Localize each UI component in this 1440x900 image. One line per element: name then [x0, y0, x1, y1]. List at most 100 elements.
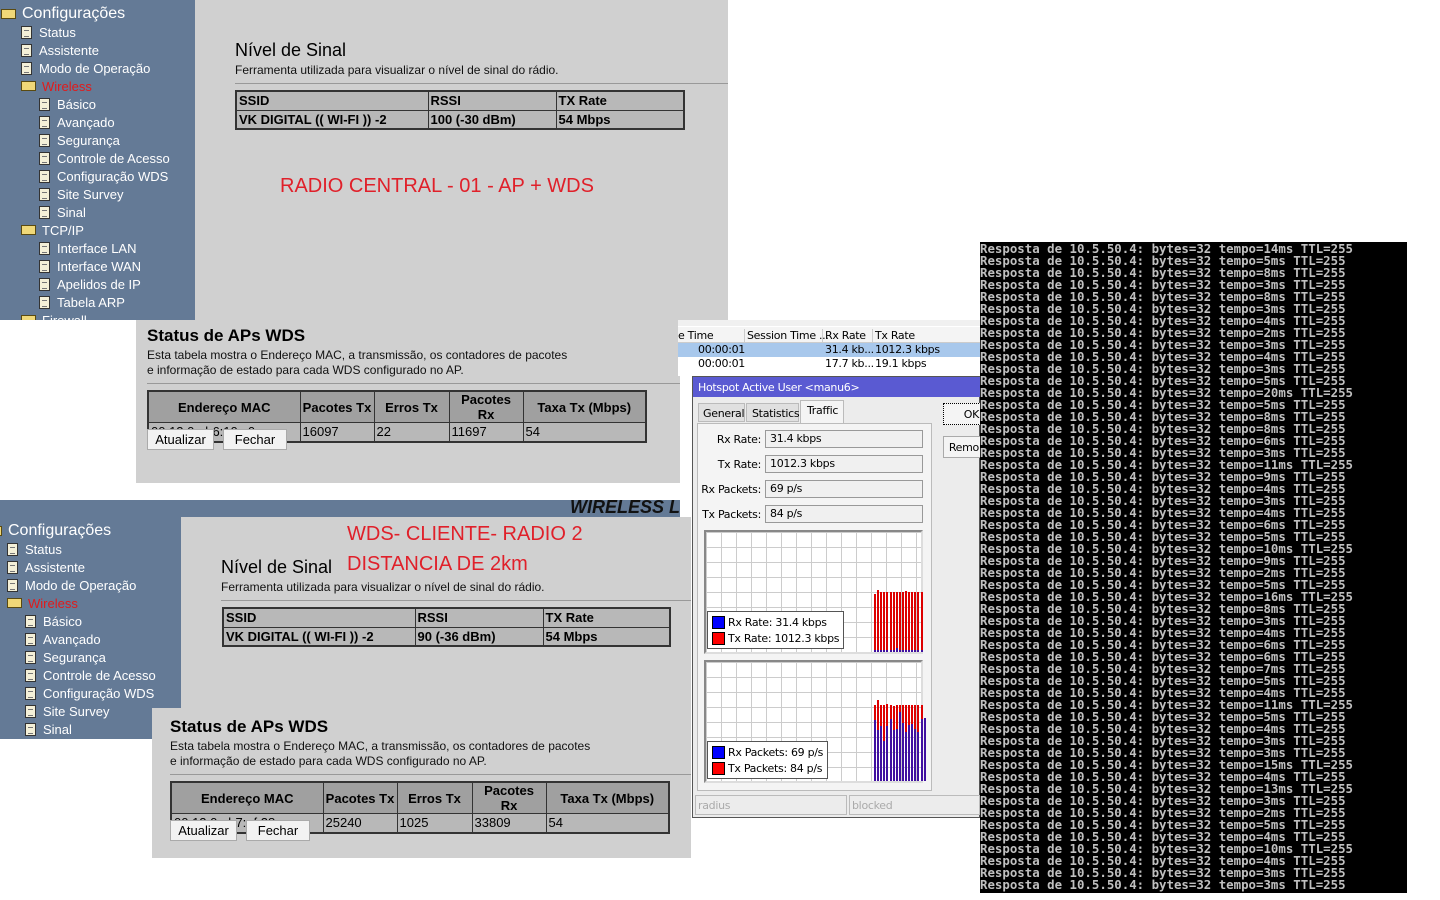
refresh-button[interactable]: Atualizar [170, 820, 237, 841]
tab-traffic[interactable]: Traffic [800, 400, 844, 424]
rx-bar [898, 711, 901, 781]
sidebar-item-sinal[interactable]: Sinal [25, 720, 72, 738]
legend-rx: Rx Rate: 31.4 kbps [712, 614, 839, 630]
folder-icon [21, 225, 36, 235]
sidebar-item-controle-de-acesso[interactable]: Controle de Acesso [39, 149, 170, 167]
client-wds-title: Status de APs WDS [170, 717, 329, 736]
sidebar-item-modo-de-opera-o[interactable]: Modo de Operação [21, 59, 150, 77]
client-annotation-2: DISTANCIA DE 2km [347, 553, 528, 575]
sidebar-item-seguran-a[interactable]: Segurança [39, 131, 120, 149]
col-uptime[interactable]: e Time [678, 329, 714, 342]
folder-icon [21, 81, 36, 91]
col-rx-packets: Pacotes Rx [471, 781, 547, 814]
sidebar-item-assistente[interactable]: Assistente [21, 41, 99, 59]
client-annotation-1: WDS- CLIENTE- RADIO 2 [347, 523, 583, 545]
sidebar-item-status[interactable]: Status [7, 540, 62, 558]
rx-bar [917, 732, 920, 781]
list-header: e Time Session Time ... Rx Rate Tx Rate [678, 327, 980, 343]
tx-bar [874, 594, 876, 652]
sidebar-item-status[interactable]: Status [21, 23, 76, 41]
sidebar-item-tabela-arp[interactable]: Tabela ARP [39, 293, 125, 311]
refresh-button[interactable]: Atualizar [147, 429, 214, 450]
sidebar-item-configura-o-wds[interactable]: Configuração WDS [39, 167, 168, 185]
legend-tx: Tx Rate: 1012.3 kbps [712, 630, 840, 646]
tx-packets-field[interactable]: 84 p/s [765, 505, 923, 523]
tx-bar [892, 592, 895, 652]
col-rx-packets: Pacotes Rx [448, 390, 524, 423]
rx-bar [914, 728, 917, 781]
ok-button[interactable]: OK [943, 403, 983, 425]
sidebar-item-modo-de-opera-o[interactable]: Modo de Operação [7, 576, 136, 594]
col-tx-rate[interactable]: Tx Rate [872, 329, 915, 342]
central-sidebar-tree: Configurações Status Assistente Modo de Ope… [0, 0, 195, 320]
sidebar-item-configura-es[interactable]: Configurações [0, 522, 111, 540]
sidebar-item-firewall[interactable]: Firewall [21, 311, 87, 320]
central-wds-table: Endereço MAC Pacotes Tx Erros Tx Pacotes… [147, 390, 647, 443]
tx-bar [908, 592, 911, 652]
sidebar-item-sinal[interactable]: Sinal [39, 203, 86, 221]
rx-bar [901, 649, 904, 652]
sidebar-item-site-survey[interactable]: Site Survey [39, 185, 123, 203]
sidebar-item-label: Interface WAN [57, 258, 142, 274]
list-row-selected[interactable]: 00:00:01 31.4 kb... 1012.3 kbps [678, 343, 980, 357]
sidebar-item-label: Segurança [43, 649, 106, 665]
sidebar-item-label: Assistente [25, 559, 85, 575]
sidebar-item-avan-ado[interactable]: Avançado [39, 113, 115, 131]
status-radius: radius [695, 795, 847, 815]
tab-statistics[interactable]: Statistics [746, 403, 800, 422]
rx-bar [892, 729, 895, 781]
col-mac: Endereço MAC [170, 781, 324, 814]
tx-rate-field[interactable]: 1012.3 kbps [765, 455, 923, 473]
document-icon [39, 187, 50, 201]
sidebar-item-wireless[interactable]: Wireless [21, 77, 92, 95]
rx-bar [908, 725, 911, 781]
sidebar-item-wireless[interactable]: Wireless [7, 594, 78, 612]
sidebar-item-configura-es[interactable]: Configurações [1, 5, 125, 23]
rx-bar [920, 719, 923, 781]
document-icon [39, 259, 50, 273]
central-page-description: Ferramenta utilizada para visualizar o n… [235, 63, 559, 77]
client-page-title: Nível de Sinal [221, 557, 333, 577]
sidebar-item-tcp-ip[interactable]: TCP/IP [21, 221, 84, 239]
client-wds-description-2: e informação de estado para cada WDS con… [170, 754, 487, 768]
tab-general[interactable]: General [698, 403, 745, 422]
sidebar-item-b-sico[interactable]: Básico [25, 612, 82, 630]
sidebar-item-controle-de-acesso[interactable]: Controle de Acesso [25, 666, 156, 684]
remove-button[interactable]: Remo [943, 436, 983, 458]
ping-terminal: Resposta de 10.5.50.4: bytes=32 tempo=14… [980, 242, 1407, 893]
sidebar-item-label: Básico [43, 613, 83, 629]
rx-packets-field[interactable]: 69 p/s [765, 480, 923, 498]
col-tx-rate: Taxa Tx (Mbps) [545, 781, 670, 814]
rx-bar [911, 649, 914, 652]
sidebar-item-label: Wireless [42, 78, 92, 94]
folder-icon [21, 315, 36, 320]
document-icon [25, 632, 36, 646]
document-icon [25, 650, 36, 664]
tx-packets-value: 16097 [299, 422, 375, 442]
col-rx-rate[interactable]: Rx Rate [822, 329, 866, 342]
rssi-value: 100 (-30 dBm) [427, 109, 557, 130]
rx-packets-label: Rx Packets: [701, 483, 761, 496]
dialog-title-bar[interactable]: Hotspot Active User <manu6> [693, 377, 981, 397]
document-icon [25, 614, 36, 628]
sidebar-item-avan-ado[interactable]: Avançado [25, 630, 101, 648]
close-button[interactable]: Fechar [246, 820, 310, 841]
rx-rate-field[interactable]: 31.4 kbps [765, 430, 923, 448]
sidebar-item-b-sico[interactable]: Básico [39, 95, 96, 113]
tx-swatch [712, 761, 725, 775]
list-row[interactable]: 00:00:01 17.7 kb... 19.1 kbps [678, 357, 980, 371]
rx-bar [920, 649, 923, 652]
rx-bar [886, 726, 889, 781]
sidebar-item-assistente[interactable]: Assistente [7, 558, 85, 576]
col-tx-rate: TX Rate [542, 607, 671, 628]
sidebar-item-interface-lan[interactable]: Interface LAN [39, 239, 137, 257]
col-session-time[interactable]: Session Time ... [744, 329, 829, 342]
sidebar-item-apelidos-de-ip[interactable]: Apelidos de IP [39, 275, 141, 293]
document-icon [39, 115, 50, 129]
sidebar-item-seguran-a[interactable]: Segurança [25, 648, 106, 666]
sidebar-item-configura-o-wds[interactable]: Configuração WDS [25, 684, 154, 702]
sidebar-item-interface-wan[interactable]: Interface WAN [39, 257, 141, 275]
sidebar-item-site-survey[interactable]: Site Survey [25, 702, 109, 720]
rx-bar [886, 649, 889, 652]
close-button[interactable]: Fechar [223, 429, 287, 450]
